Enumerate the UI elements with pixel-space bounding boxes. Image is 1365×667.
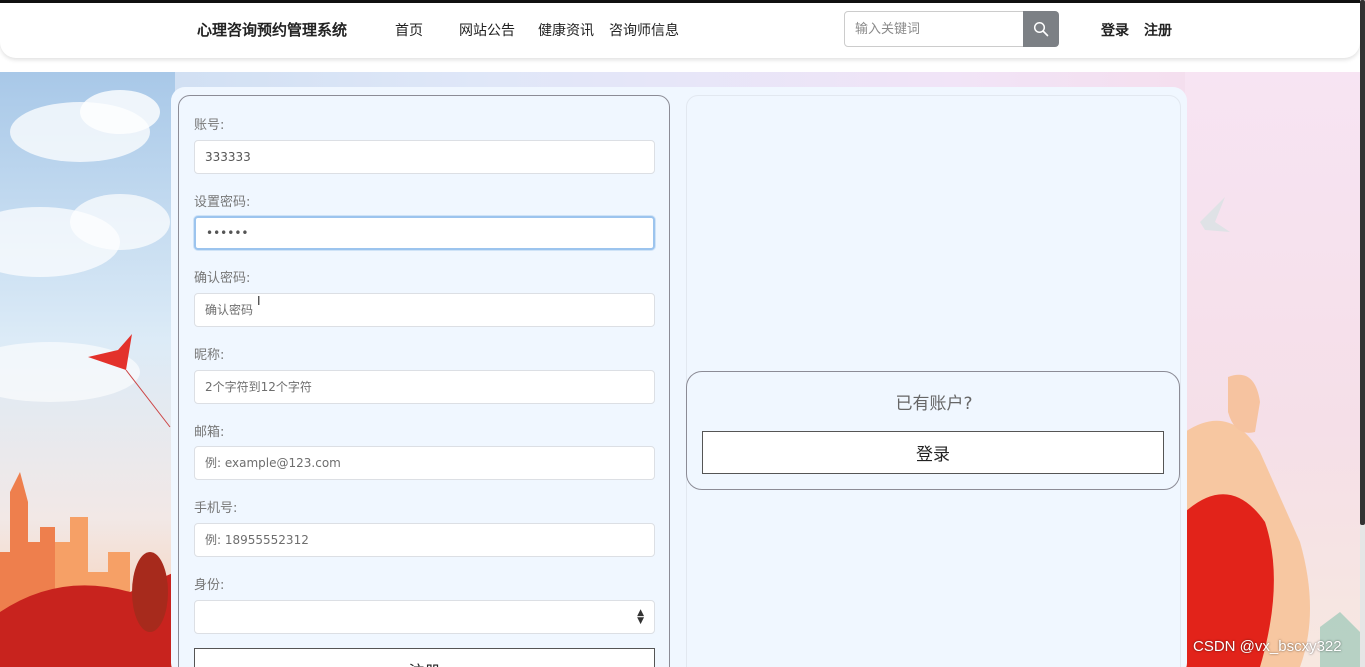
site-brand[interactable]: 心理咨询预约管理系统 (197, 19, 347, 40)
header-register-link[interactable]: 注册 (1144, 20, 1172, 40)
search-input[interactable] (844, 11, 1024, 47)
select-arrows-icon: ▲ ▼ (637, 608, 644, 626)
nav-home[interactable]: 首页 (395, 20, 423, 40)
scrollbar-thumb[interactable] (1360, 0, 1365, 525)
header-login-link[interactable]: 登录 (1101, 20, 1129, 40)
have-account-box: 已有账户? 登录 (686, 371, 1180, 490)
nav-announcements[interactable]: 网站公告 (459, 20, 515, 40)
email-input[interactable] (194, 446, 655, 480)
password-label: 设置密码: (194, 195, 251, 210)
confirm-password-label: 确认密码: (194, 271, 251, 286)
account-label: 账号: (194, 118, 225, 133)
confirm-password-input[interactable] (194, 293, 655, 327)
nickname-input[interactable] (194, 370, 655, 404)
nickname-label: 昵称: (194, 348, 225, 363)
account-input[interactable] (194, 140, 655, 174)
top-navbar: 心理咨询预约管理系统 首页 网站公告 健康资讯 咨询师信息 登录 注册 (0, 3, 1360, 58)
phone-input[interactable] (194, 523, 655, 557)
nav-counselors[interactable]: 咨询师信息 (609, 20, 679, 40)
password-input[interactable] (194, 216, 655, 250)
email-label: 邮箱: (194, 425, 225, 440)
login-button[interactable]: 登录 (702, 431, 1164, 474)
nav-health-news[interactable]: 健康资讯 (538, 20, 594, 40)
have-account-text: 已有账户? (895, 394, 973, 414)
search-button[interactable] (1023, 11, 1059, 47)
search-icon (1033, 21, 1049, 37)
role-label: 身份: (194, 578, 225, 593)
phone-label: 手机号: (194, 501, 238, 516)
watermark: CSDN @vx_bscxy322 (1193, 638, 1342, 655)
register-button[interactable]: 注册 (194, 648, 655, 667)
search-bar (844, 11, 1059, 47)
text-cursor-icon: I (257, 294, 261, 308)
role-select[interactable]: ▲ ▼ (194, 600, 655, 634)
